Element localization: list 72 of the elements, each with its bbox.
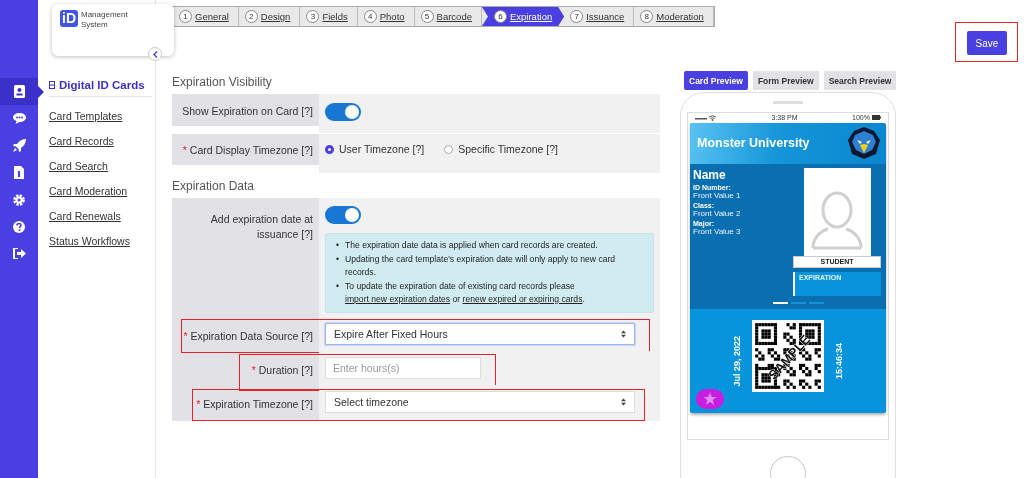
list-icon xyxy=(49,81,55,89)
sidebar-heading: Digital ID Cards xyxy=(59,79,145,91)
chevron-left-icon xyxy=(152,50,158,58)
school-name: Monster University xyxy=(697,136,810,151)
sidebar-link[interactable]: Card Renewals xyxy=(49,210,155,222)
step-tab[interactable]: 8 Moderation xyxy=(634,7,714,26)
field-label: * Expiration Data Source [?] xyxy=(172,316,319,351)
logout-icon xyxy=(12,248,26,259)
collapse-button[interactable] xyxy=(148,47,162,61)
step-tab[interactable]: 6 Expiration xyxy=(481,7,565,26)
bullet-mark: • xyxy=(336,239,339,252)
required-mark: * xyxy=(183,329,188,342)
step-tab[interactable]: 4 Photo xyxy=(357,7,415,26)
bullet-mark: • xyxy=(336,252,339,266)
sidebar-link[interactable]: Card Search xyxy=(49,160,155,172)
issue-time: 15:46:34 xyxy=(834,342,844,379)
logo-badge: iD xyxy=(60,10,78,27)
radio-button[interactable] xyxy=(325,144,334,154)
radio-label: User Timezone [?] xyxy=(339,143,425,155)
field-label: Add expiration date at issuance [?] xyxy=(172,198,319,317)
bird-head-icon xyxy=(847,126,881,161)
card-field-value: Front Value 2 xyxy=(693,208,741,218)
radio-label: Specific Timezone [?] xyxy=(458,143,558,155)
id-card-icon xyxy=(13,85,25,98)
star-icon xyxy=(703,391,717,406)
required-mark: * xyxy=(196,397,201,410)
section-title: Expiration Visibility xyxy=(172,75,273,89)
sort-arrows-icon xyxy=(621,397,626,406)
required-mark: * xyxy=(251,363,256,376)
battery-icon xyxy=(872,115,881,121)
toggle-switch[interactable] xyxy=(325,103,361,121)
select-field[interactable]: Expire After Fixed Hours xyxy=(325,322,635,345)
sidebar-link[interactable]: Status Workflows xyxy=(49,235,155,247)
sidebar-link[interactable]: Card Templates xyxy=(49,110,155,122)
help-icon xyxy=(13,220,25,233)
page-indicator xyxy=(772,301,824,304)
settings-icon xyxy=(13,193,25,206)
card-field-value: Front Value 1 xyxy=(693,190,741,200)
step-tab[interactable]: 1 General xyxy=(173,7,239,26)
rocket-icon xyxy=(12,139,26,152)
info-text: Updating the card template's expiration date will only apply to new card records. xyxy=(345,252,617,279)
step-tab[interactable]: 2 Design xyxy=(238,7,301,26)
bullet-mark: • xyxy=(336,279,339,293)
info-text: To update the expiration date of existing card records please import new expiration dates or renew expired or expiring cards. xyxy=(345,279,586,306)
document-icon xyxy=(14,166,24,179)
save-button[interactable]: Save xyxy=(967,31,1007,55)
card-name: Name xyxy=(693,167,727,182)
field-label: * Expiration Timezone [?] xyxy=(172,384,319,421)
field-label: Show Expiration on Card [?] xyxy=(172,94,319,127)
issue-date: Jul 29, 2022 xyxy=(732,335,742,387)
preview-tab[interactable]: Card Preview xyxy=(684,71,748,90)
phone-speaker xyxy=(773,101,803,104)
sidebar-link[interactable]: Card Moderation xyxy=(49,185,155,197)
preview-tab[interactable]: Form Preview xyxy=(752,71,819,90)
select-field[interactable]: Select timezone xyxy=(325,390,635,413)
step-tab[interactable]: 3 Fields xyxy=(300,7,358,26)
chat-icon xyxy=(12,113,26,124)
toggle-switch[interactable] xyxy=(325,206,361,224)
sort-arrows-icon xyxy=(621,329,626,338)
step-tab[interactable]: 5 Barcode xyxy=(414,7,482,26)
input-field[interactable]: Enter hours(s) xyxy=(325,356,481,379)
step-tab[interactable]: 7 Issuance xyxy=(564,7,635,26)
info-text: The expiration date data is applied when card records are created. xyxy=(345,239,598,252)
required-mark: * xyxy=(182,144,187,156)
card-field-value: Front Value 3 xyxy=(693,226,741,236)
sidebar-link[interactable]: Card Records xyxy=(49,135,155,147)
inline-link[interactable]: import new expiration dates xyxy=(345,294,451,304)
wifi-signal-icon xyxy=(695,114,717,121)
preview-tab[interactable]: Search Preview xyxy=(823,71,897,90)
radio-button[interactable] xyxy=(444,144,454,154)
section-title: Expiration Data xyxy=(172,179,256,193)
field-label: * Card Display Timezone [?] xyxy=(172,134,319,165)
